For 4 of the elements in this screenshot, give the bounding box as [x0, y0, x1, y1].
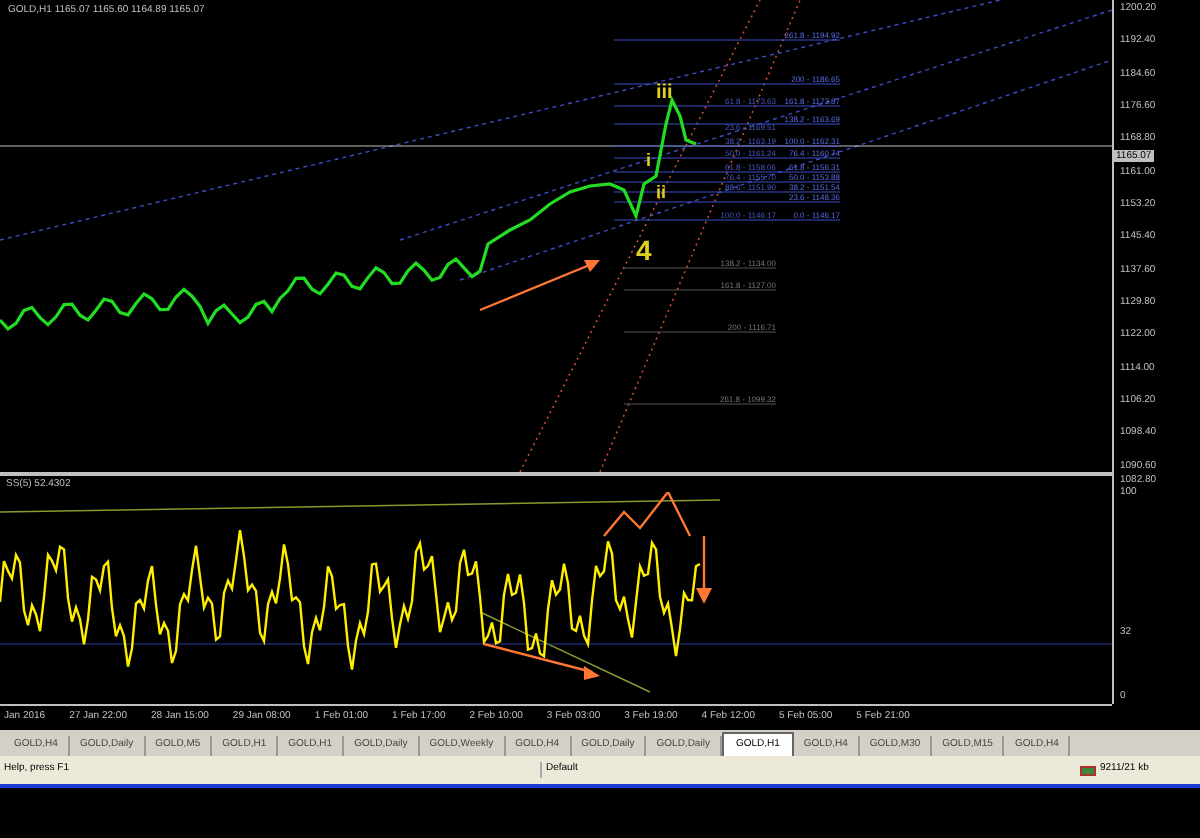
wave-label: ii	[656, 184, 667, 202]
wave-label: 4	[636, 236, 652, 264]
wave-label: iii	[656, 84, 673, 104]
wave-label: i	[646, 152, 652, 170]
